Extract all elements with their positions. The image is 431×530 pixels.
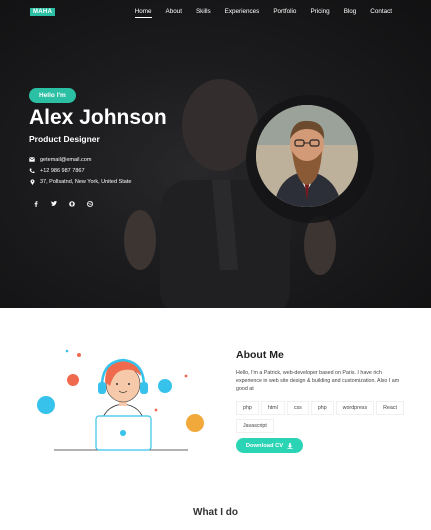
- nav-links: Home About Skills Experiences Portfolio …: [121, 8, 392, 18]
- contact-email-text: getemail@email.com: [40, 156, 92, 163]
- hero-role: Product Designer: [29, 134, 100, 144]
- skill-tag: php: [310, 401, 334, 415]
- map-pin-icon: [29, 178, 35, 185]
- nav-item-home[interactable]: Home: [134, 8, 152, 18]
- nav-item-blog[interactable]: Blog: [344, 8, 357, 15]
- greeting-badge: Hello I'm: [29, 88, 76, 103]
- services-title: What I do: [193, 507, 238, 518]
- contact-address[interactable]: 37, Pollsatnd, New York, United State: [29, 176, 131, 187]
- skill-tag: wordpress: [335, 401, 375, 415]
- contact-list: getemail@email.com +12 986 987 7867 37, …: [29, 154, 131, 187]
- nav-item-about[interactable]: About: [166, 8, 182, 15]
- skill-tag: React: [376, 401, 404, 415]
- hero-section: MAHA Home About Skills Experiences Portf…: [0, 0, 431, 308]
- hero-name: Alex Johnson: [29, 106, 167, 129]
- contact-address-text: 37, Pollsatnd, New York, United State: [40, 178, 132, 185]
- skill-tag: Javascript: [236, 419, 274, 433]
- download-icon: [287, 442, 293, 449]
- profile-photo: [256, 105, 358, 207]
- nav-item-portfolio[interactable]: Portfolio: [273, 8, 296, 15]
- envelope-icon: [29, 157, 35, 163]
- dribbble-icon[interactable]: [85, 199, 94, 208]
- developer-illustration: [37, 349, 204, 451]
- contact-email[interactable]: getemail@email.com: [29, 154, 131, 165]
- top-navbar: MAHA Home About Skills Experiences Portf…: [0, 0, 431, 24]
- nav-item-pricing[interactable]: Pricing: [310, 8, 329, 15]
- contact-phone-text: +12 986 987 7867: [40, 167, 85, 174]
- skill-tags: php html css php wordpress React Javascr…: [236, 401, 406, 437]
- download-cv-button[interactable]: Download CV: [236, 438, 303, 453]
- nav-item-contact[interactable]: Contact: [370, 8, 392, 15]
- nav-item-skills[interactable]: Skills: [196, 8, 211, 15]
- nav-item-experiences[interactable]: Experiences: [225, 8, 260, 15]
- social-links: [31, 199, 103, 208]
- about-text: Hello, I'm a Patrick, web-developer base…: [236, 370, 400, 392]
- contact-phone[interactable]: +12 986 987 7867: [29, 165, 131, 176]
- download-cv-label: Download CV: [245, 442, 284, 449]
- twitter-icon[interactable]: [49, 199, 58, 208]
- phone-icon: [29, 168, 35, 174]
- profile-avatar: [256, 105, 358, 207]
- skill-tag: php: [236, 401, 259, 415]
- site-logo[interactable]: MAHA: [30, 8, 56, 16]
- skill-tag: css: [286, 401, 309, 415]
- about-title: About Me: [236, 349, 284, 361]
- facebook-icon[interactable]: [31, 199, 40, 208]
- github-icon[interactable]: [67, 199, 76, 208]
- skill-tag: html: [260, 401, 285, 415]
